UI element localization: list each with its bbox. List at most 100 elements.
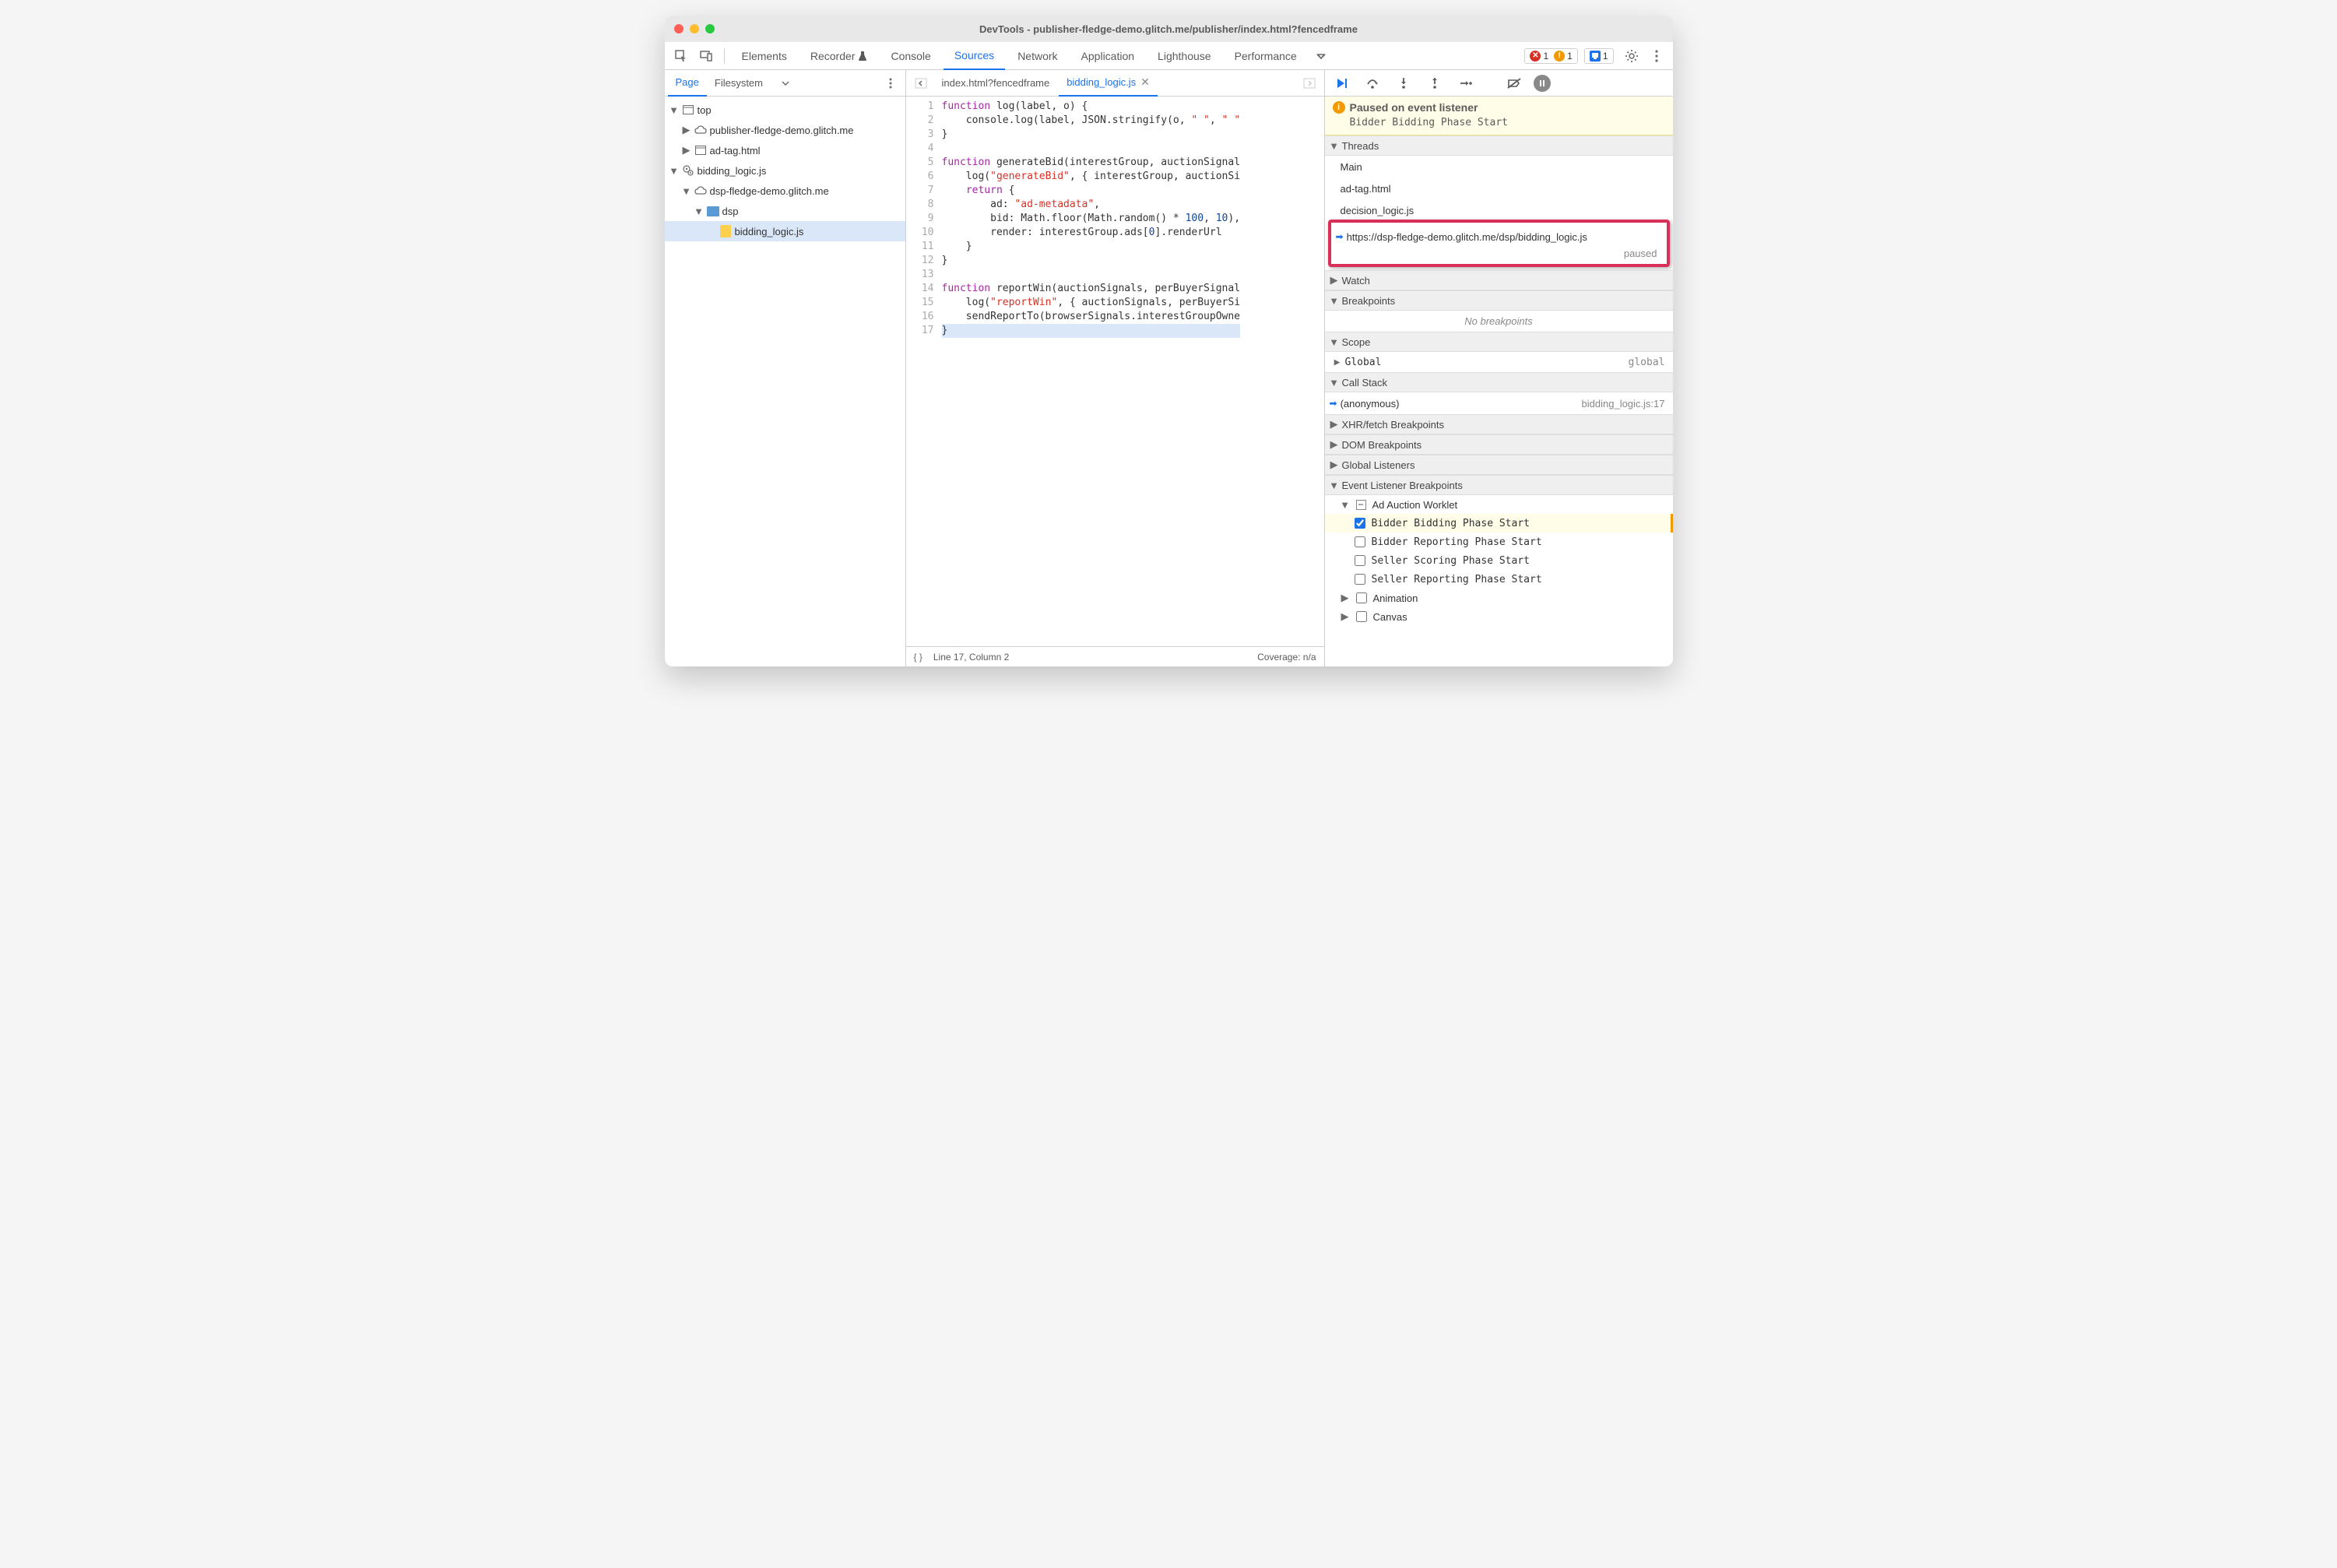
event-bp-seller-reporting[interactable]: Seller Reporting Phase Start xyxy=(1325,570,1673,589)
next-tab-icon[interactable] xyxy=(1298,72,1321,94)
format-icon[interactable]: { } xyxy=(914,646,922,667)
global-listeners-header[interactable]: ▶Global Listeners xyxy=(1325,455,1673,475)
errors-badge[interactable]: ✕ 1 ! 1 xyxy=(1524,48,1577,64)
close-tab-icon[interactable]: ✕ xyxy=(1140,76,1150,89)
issues-badge[interactable]: 1 xyxy=(1584,48,1614,64)
xhr-header[interactable]: ▶XHR/fetch Breakpoints xyxy=(1325,414,1673,434)
event-cat-canvas[interactable]: ▶ Canvas xyxy=(1325,607,1673,626)
tab-application[interactable]: Application xyxy=(1070,42,1146,70)
callstack-frame[interactable]: (anonymous) bidding_logic.js:17 xyxy=(1325,392,1673,414)
navtab-filesystem[interactable]: Filesystem xyxy=(707,70,771,97)
error-icon: ✕ xyxy=(1530,51,1541,62)
xhr-label: XHR/fetch Breakpoints xyxy=(1342,419,1445,431)
step-out-icon[interactable] xyxy=(1423,72,1446,94)
dom-header[interactable]: ▶DOM Breakpoints xyxy=(1325,434,1673,455)
navigator-kebab-icon[interactable] xyxy=(879,72,902,94)
main-toolbar: Elements Recorder Console Sources Networ… xyxy=(665,42,1673,70)
event-cat-animation-label: Animation xyxy=(1373,592,1418,604)
no-breakpoints-text: No breakpoints xyxy=(1325,311,1673,332)
editor-tab-bidding[interactable]: bidding_logic.js ✕ xyxy=(1059,70,1158,97)
editor-tab-index[interactable]: index.html?fencedframe xyxy=(934,70,1058,97)
tab-recorder-label: Recorder xyxy=(810,50,856,62)
debugger-panel: i Paused on event listener Bidder Biddin… xyxy=(1325,70,1673,666)
event-listener-bp-label: Event Listener Breakpoints xyxy=(1342,480,1463,491)
breakpoints-header[interactable]: ▼Breakpoints xyxy=(1325,290,1673,311)
event-bp-checkbox[interactable] xyxy=(1355,555,1365,566)
event-bp-checkbox[interactable] xyxy=(1355,518,1365,529)
chevron-down-icon: ▼ xyxy=(694,206,704,216)
scope-global-row[interactable]: ▶ Global global xyxy=(1325,352,1673,372)
tab-sources[interactable]: Sources xyxy=(944,42,1005,70)
tab-elements[interactable]: Elements xyxy=(731,42,798,70)
deactivate-breakpoints-icon[interactable] xyxy=(1502,72,1526,94)
settings-icon[interactable] xyxy=(1620,45,1643,67)
thread-current[interactable]: https://dsp-fledge-demo.glitch.me/dsp/bi… xyxy=(1336,226,1662,248)
event-bp-checkbox[interactable] xyxy=(1355,536,1365,547)
event-cat-checkbox[interactable] xyxy=(1356,592,1367,603)
tab-network[interactable]: Network xyxy=(1007,42,1068,70)
tab-lighthouse[interactable]: Lighthouse xyxy=(1147,42,1222,70)
watch-header[interactable]: ▶Watch xyxy=(1325,270,1673,290)
tab-recorder[interactable]: Recorder xyxy=(800,42,879,70)
event-cat-checkbox[interactable] xyxy=(1356,611,1367,622)
callstack-header[interactable]: ▼Call Stack xyxy=(1325,372,1673,392)
event-bp-bidder-reporting[interactable]: Bidder Reporting Phase Start xyxy=(1325,533,1673,551)
step-icon[interactable] xyxy=(1454,72,1478,94)
thread-item[interactable]: decision_logic.js xyxy=(1325,199,1673,221)
paused-banner: i Paused on event listener Bidder Biddin… xyxy=(1325,97,1673,135)
chevron-right-icon: ▶ xyxy=(682,146,691,155)
event-listener-bp-body: ▼ − Ad Auction Worklet Bidder Bidding Ph… xyxy=(1325,495,1673,626)
tree-file-bidding-label: bidding_logic.js xyxy=(735,226,804,237)
tree-worklet[interactable]: ▼ bidding_logic.js xyxy=(665,160,905,181)
tree-domain-1[interactable]: ▶ publisher-fledge-demo.glitch.me xyxy=(665,120,905,140)
more-tabs-icon[interactable] xyxy=(1309,45,1333,67)
step-into-icon[interactable] xyxy=(1392,72,1415,94)
navtab-page[interactable]: Page xyxy=(668,70,707,97)
navtab-more-icon[interactable] xyxy=(774,72,797,94)
minimize-icon[interactable] xyxy=(690,24,699,33)
scope-header[interactable]: ▼Scope xyxy=(1325,332,1673,352)
file-icon xyxy=(719,225,732,237)
traffic-lights xyxy=(674,24,715,33)
event-cat-animation[interactable]: ▶ Animation xyxy=(1325,589,1673,607)
issues-count: 1 xyxy=(1603,51,1608,62)
event-cat-adauction[interactable]: ▼ − Ad Auction Worklet xyxy=(1325,495,1673,514)
resume-icon[interactable] xyxy=(1330,72,1353,94)
chevron-down-icon: ▼ xyxy=(669,166,679,175)
tree-top[interactable]: ▼ top xyxy=(665,100,905,120)
cursor-position: Line 17, Column 2 xyxy=(933,652,1009,663)
thread-item[interactable]: ad-tag.html xyxy=(1325,178,1673,199)
coverage-status: Coverage: n/a xyxy=(1257,652,1316,663)
thread-item[interactable]: Main xyxy=(1325,156,1673,178)
tree-file-bidding[interactable]: bidding_logic.js xyxy=(665,221,905,241)
chevron-down-icon: ▼ xyxy=(682,186,691,195)
navigator-panel: Page Filesystem ▼ top ▶ xyxy=(665,70,906,666)
debugger-toolbar xyxy=(1325,70,1673,97)
event-bp-checkbox[interactable] xyxy=(1355,574,1365,585)
tree-domain-2[interactable]: ▼ dsp-fledge-demo.glitch.me xyxy=(665,181,905,201)
event-bp-seller-scoring[interactable]: Seller Scoring Phase Start xyxy=(1325,551,1673,570)
zoom-icon[interactable] xyxy=(705,24,715,33)
prev-tab-icon[interactable] xyxy=(909,72,933,94)
threads-header[interactable]: ▼Threads xyxy=(1325,135,1673,156)
scope-global-value: global xyxy=(1629,357,1665,368)
cloud-icon xyxy=(694,124,707,136)
warnings-count: 1 xyxy=(1567,51,1573,62)
code-editor[interactable]: 1234567891011121314151617 function log(l… xyxy=(906,97,1324,646)
tab-console[interactable]: Console xyxy=(880,42,941,70)
tree-folder-dsp[interactable]: ▼ dsp xyxy=(665,201,905,221)
pause-exceptions-icon[interactable] xyxy=(1534,75,1551,92)
event-listener-bp-header[interactable]: ▼Event Listener Breakpoints xyxy=(1325,475,1673,495)
inspect-icon[interactable] xyxy=(669,45,693,67)
tree-domain-2-label: dsp-fledge-demo.glitch.me xyxy=(710,185,829,197)
global-listeners-label: Global Listeners xyxy=(1342,459,1415,471)
tree-adtag[interactable]: ▶ ad-tag.html xyxy=(665,140,905,160)
event-bp-bidder-bidding[interactable]: Bidder Bidding Phase Start xyxy=(1325,514,1673,533)
kebab-menu-icon[interactable] xyxy=(1645,45,1668,67)
info-icon: i xyxy=(1333,101,1345,114)
step-over-icon[interactable] xyxy=(1361,72,1384,94)
device-toggle-icon[interactable] xyxy=(694,45,718,67)
tab-performance[interactable]: Performance xyxy=(1224,42,1308,70)
close-icon[interactable] xyxy=(674,24,684,33)
window-titlebar: DevTools - publisher-fledge-demo.glitch.… xyxy=(665,16,1673,42)
